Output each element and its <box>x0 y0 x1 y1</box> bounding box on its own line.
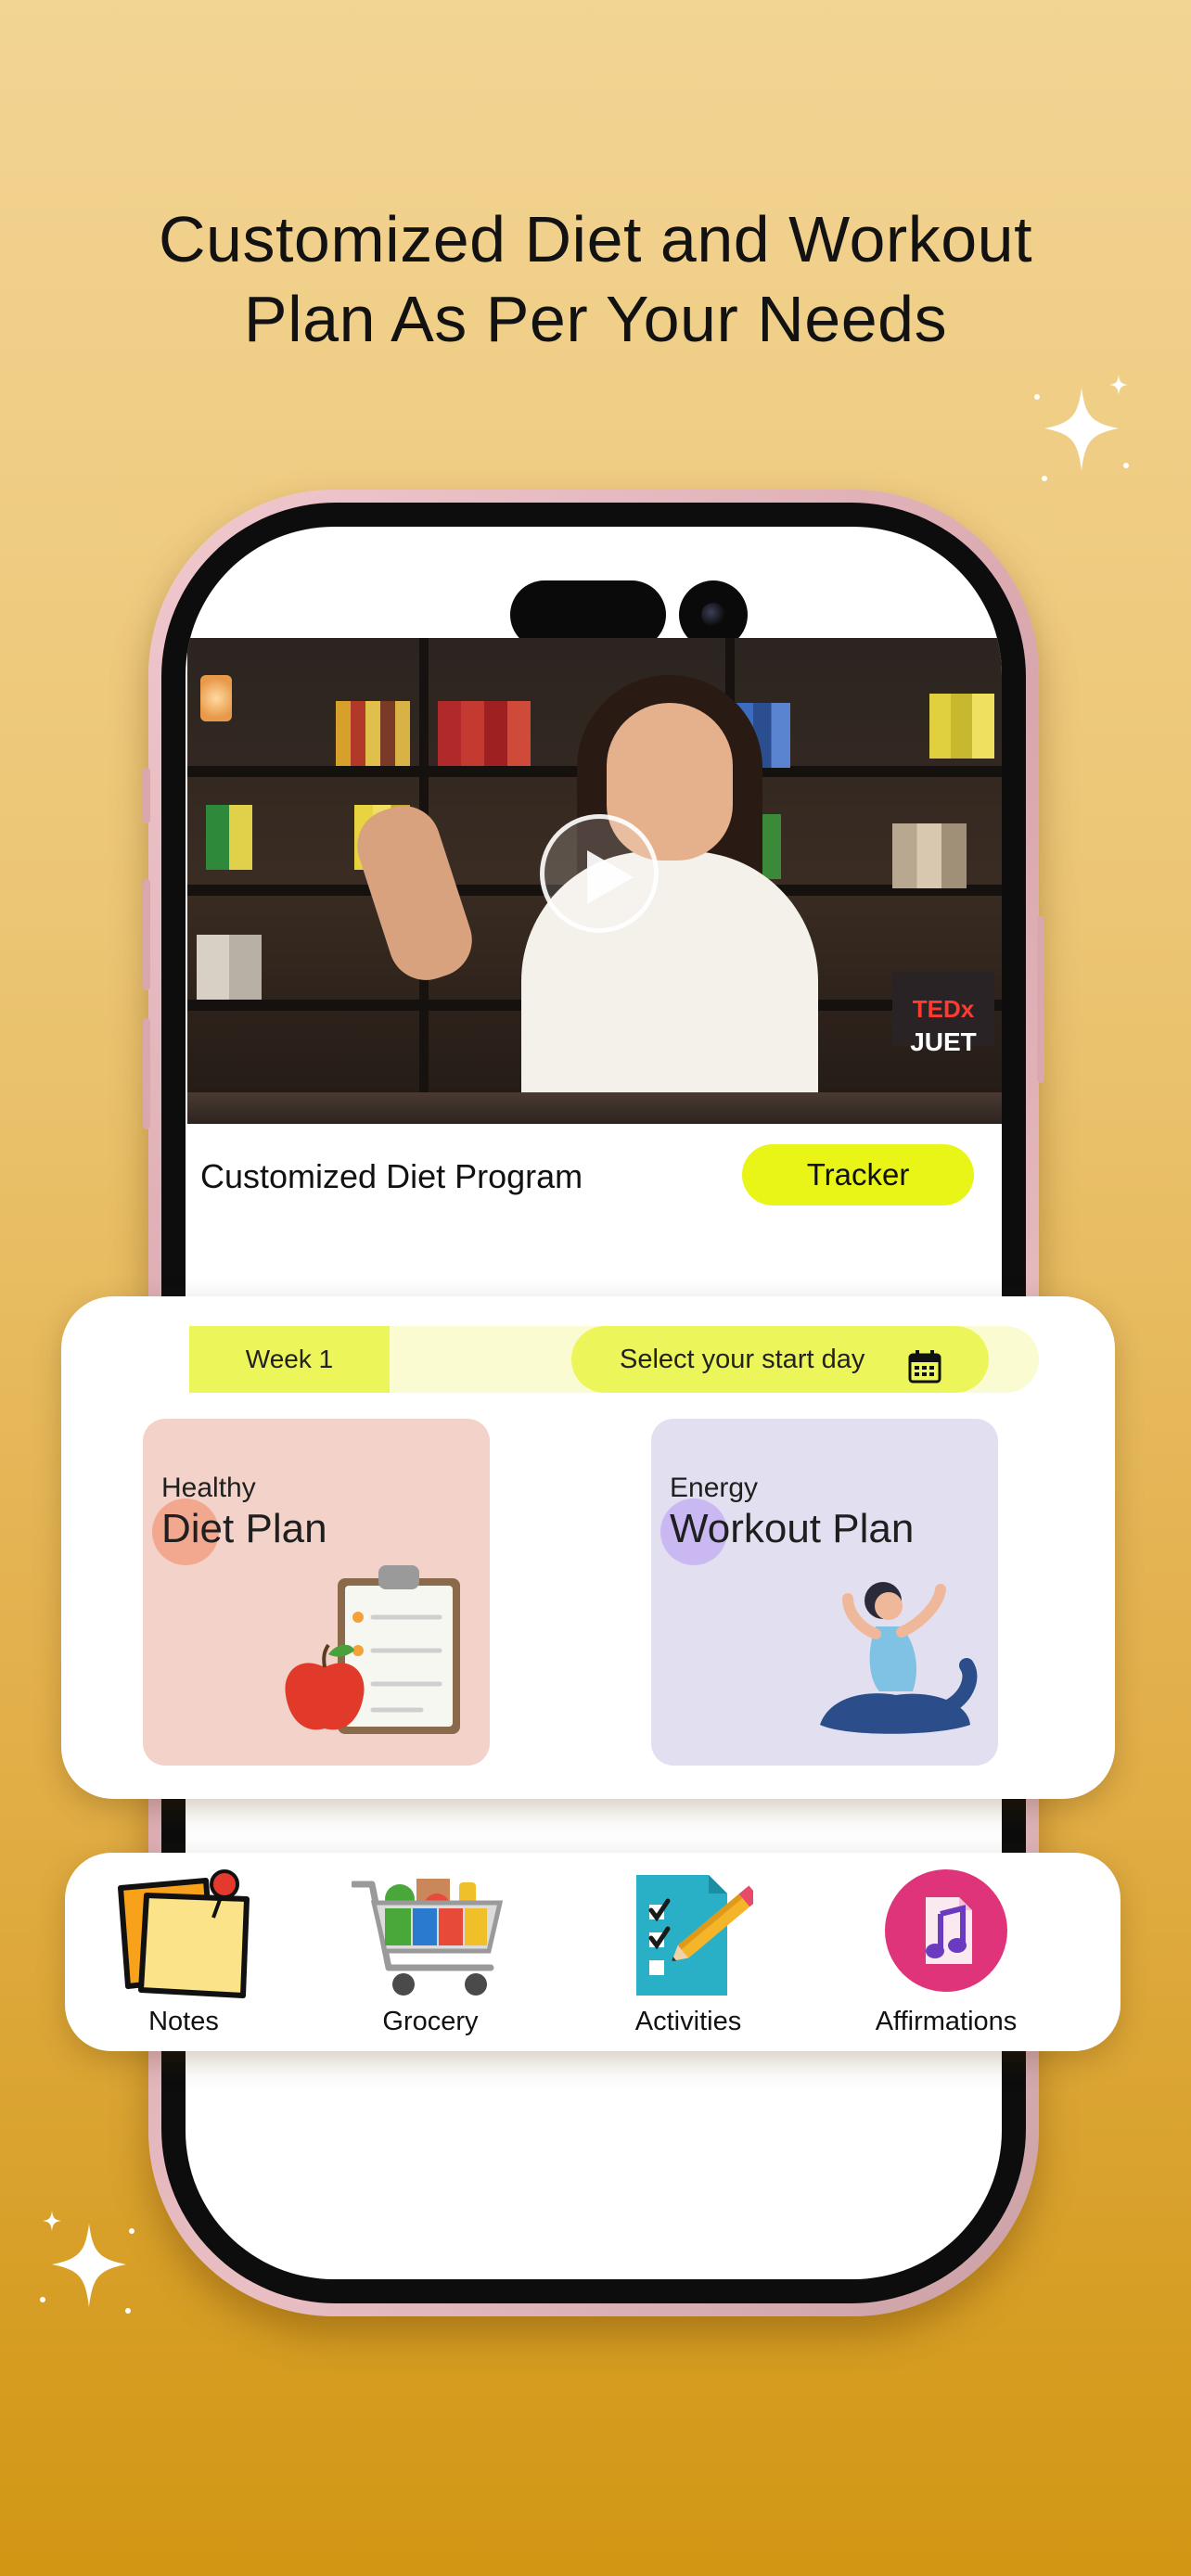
start-day-button[interactable]: Select your start day <box>571 1326 989 1393</box>
quick-link-affirmations[interactable]: Affirmations <box>826 1853 1067 2051</box>
phone-side-button <box>143 768 150 823</box>
video-thumbnail[interactable]: TEDx JUET <box>187 638 1002 1124</box>
books <box>197 935 262 1000</box>
headline-line-2: Plan As Per Your Needs <box>243 283 948 355</box>
tedx-badge: TEDx JUET <box>892 972 994 1056</box>
sparkle-icon <box>33 2205 145 2326</box>
play-icon[interactable] <box>540 814 659 933</box>
quick-link-grocery[interactable]: Grocery <box>328 1853 532 2051</box>
tedx-badge-brand: TEDx <box>912 995 975 1023</box>
lamp <box>200 675 232 721</box>
tracker-button[interactable]: Tracker <box>742 1144 974 1205</box>
sticky-notes-icon <box>109 1866 258 2009</box>
tedx-badge-text: JUET <box>910 1027 977 1056</box>
music-note-icon <box>881 1866 1011 2000</box>
headline-line-1: Customized Diet and Workout <box>158 203 1033 275</box>
phone-volume-down-button <box>143 1018 150 1129</box>
diet-plan-title: Diet Plan <box>161 1506 327 1551</box>
headline: Customized Diet and Workout Plan As Per … <box>0 199 1191 359</box>
calendar-icon <box>907 1343 942 1409</box>
quick-link-activities-label: Activities <box>634 2007 742 2036</box>
week-bar: Week 1 Select your start day <box>189 1326 1039 1393</box>
clipboard-apple-icon <box>282 1565 467 1746</box>
quick-link-notes-label: Notes <box>148 2007 219 2036</box>
diet-plan-tile[interactable]: Healthy Diet Plan <box>143 1419 490 1766</box>
quick-link-activities[interactable]: Activities <box>586 1853 790 2051</box>
quick-link-affirmations-label: Affirmations <box>875 2007 1018 2036</box>
quick-link-notes[interactable]: Notes <box>82 1853 286 2051</box>
program-row: Customized Diet Program Tracker <box>186 1124 1000 1226</box>
week-tab[interactable]: Week 1 <box>189 1326 390 1393</box>
books <box>206 805 252 870</box>
desk <box>187 1092 1002 1124</box>
books <box>336 701 410 766</box>
books <box>929 694 994 759</box>
quick-links-card: Notes Grocery Activities Affirmations <box>65 1853 1121 2051</box>
quick-link-grocery-label: Grocery <box>382 2007 479 2036</box>
program-title: Customized Diet Program <box>200 1157 583 1195</box>
workout-plan-title: Workout Plan <box>670 1506 915 1551</box>
books <box>892 823 967 888</box>
sparkle-icon <box>1026 369 1137 490</box>
plan-card: Week 1 Select your start day Healthy Die <box>61 1296 1115 1799</box>
workout-plan-tile[interactable]: Energy Workout Plan <box>651 1419 998 1766</box>
yoga-pose-icon <box>811 1576 978 1748</box>
shopping-cart-icon <box>350 1866 509 2009</box>
phone-power-button <box>1037 916 1044 1083</box>
checklist-pencil-icon <box>623 1866 760 2009</box>
start-day-label: Select your start day <box>620 1345 865 1374</box>
books <box>438 701 531 766</box>
phone-volume-up-button <box>143 879 150 990</box>
